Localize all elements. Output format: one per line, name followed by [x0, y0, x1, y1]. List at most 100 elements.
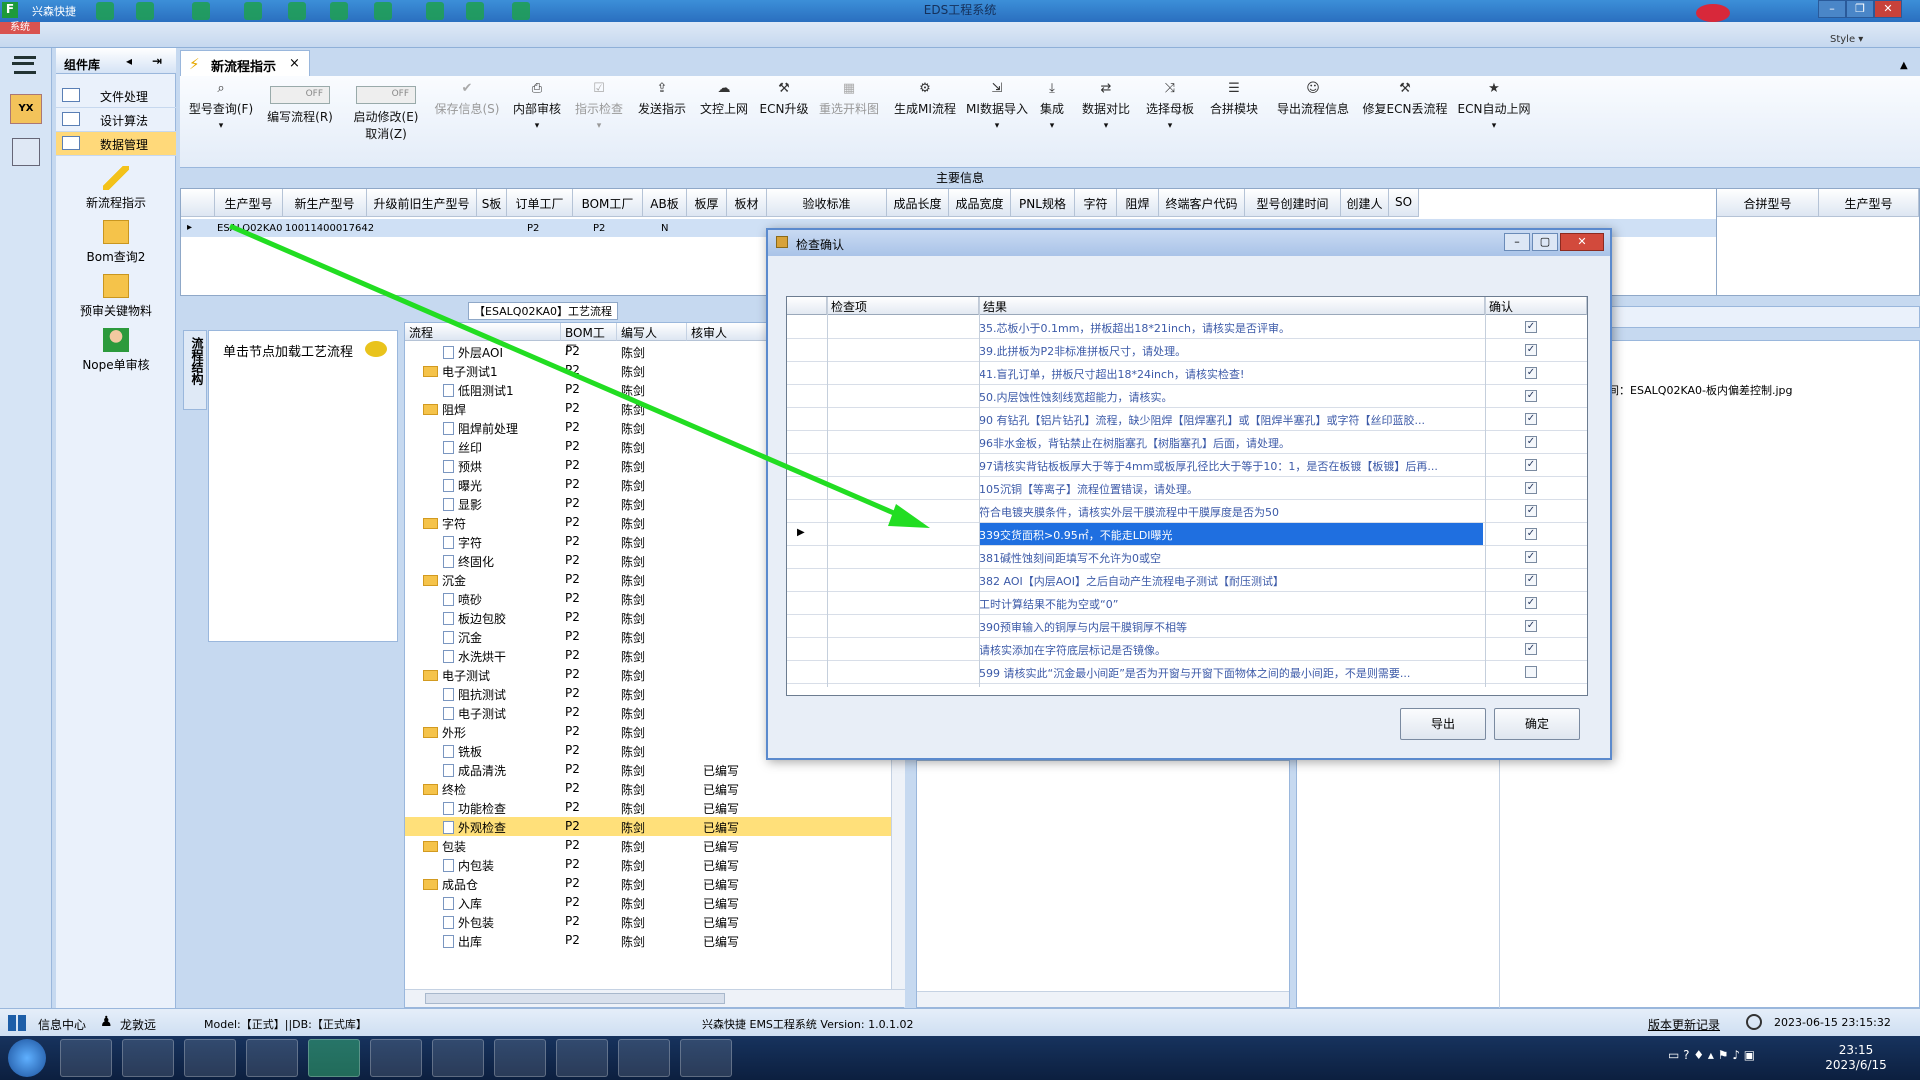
flow-node[interactable]: 铣板	[443, 743, 482, 760]
style-selector[interactable]: Style ▾	[1830, 34, 1863, 45]
scissors-icon[interactable]	[244, 2, 262, 20]
flow-node[interactable]: 沉金	[423, 572, 466, 589]
select-mother-board-button[interactable]: ⤨ 选择母板 ▾	[1140, 82, 1200, 132]
flow-row[interactable]: 功能检查 P2 陈剑 已编写	[405, 798, 905, 817]
taskbar-app-eds-icon[interactable]	[308, 1039, 360, 1077]
check-result[interactable]: 工时计算结果不能为空或“0”	[979, 596, 1483, 612]
column-header[interactable]: 字符	[1075, 189, 1117, 217]
generate-mi-flow-button[interactable]: ⚙ 生成MI流程	[890, 82, 960, 117]
taskbar-app-notepad-icon[interactable]	[122, 1039, 174, 1077]
flow-node[interactable]: 低阻测试1	[443, 382, 514, 399]
column-header[interactable]: 板材	[727, 189, 767, 217]
flow-node[interactable]: 板边包胶	[443, 610, 506, 627]
dialog-maximize-button[interactable]: ▢	[1532, 233, 1558, 251]
confirm-checkbox[interactable]: ✓	[1525, 528, 1537, 540]
column-header[interactable]: 确认	[1485, 297, 1587, 315]
confirm-checkbox[interactable]: ✓	[1525, 321, 1537, 333]
pin-icon[interactable]: ⇥	[152, 54, 162, 68]
search-icon[interactable]	[96, 2, 114, 20]
doc-control-online-button[interactable]: ☁ 文控上网	[694, 82, 754, 117]
check-result[interactable]: 35.芯板小于0.1mm，拼板超出18*21inch，请核实是否评审。	[979, 320, 1483, 336]
confirm-checkbox[interactable]: ✓	[1525, 367, 1537, 379]
column-header[interactable]: BOM工厂	[561, 323, 617, 357]
dropdown-icon[interactable]: ▾	[1032, 121, 1072, 131]
yx-logo-icon[interactable]: YX	[10, 94, 42, 124]
cancel-label[interactable]: 取消(Z)	[365, 127, 407, 141]
start-button[interactable]	[8, 1039, 46, 1077]
flow-row[interactable]: 入库 P2 陈剑 已编写	[405, 893, 905, 912]
ecn-upgrade-button[interactable]: ⚒ ECN升级	[756, 82, 812, 117]
apps-icon[interactable]	[374, 2, 392, 20]
column-header[interactable]: 创建人	[1341, 189, 1389, 217]
dropdown-icon[interactable]: ▾	[1140, 121, 1200, 131]
tray-icons[interactable]: ▭ ? ♦ ▴ ⚑ ♪ ▣	[1668, 1048, 1788, 1068]
flow-node[interactable]: 喷砂	[443, 591, 482, 608]
reselect-cutting-chart-button[interactable]: ▦ 重选开料图	[814, 82, 884, 117]
column-header[interactable]: 型号创建时间	[1245, 189, 1341, 217]
dropdown-icon[interactable]: ▾	[1454, 121, 1534, 131]
send-instruction-button[interactable]: ⇪ 发送指示	[632, 82, 692, 117]
column-header[interactable]: SO	[1389, 189, 1419, 217]
column-header[interactable]: 合拼型号	[1717, 189, 1819, 217]
check-result[interactable]: 390预审输入的铜厚与内层干膜铜厚不相等	[979, 619, 1483, 635]
flow-row[interactable]: 内包装 P2 陈剑 已编写	[405, 855, 905, 874]
flow-row[interactable]: 外包装 P2 陈剑 已编写	[405, 912, 905, 931]
confirm-checkbox[interactable]: ✓	[1525, 574, 1537, 586]
flow-node[interactable]: 电子测试	[443, 705, 506, 722]
confirm-checkbox[interactable]: ✓	[1525, 482, 1537, 494]
restore-button[interactable]: ❐	[1846, 0, 1874, 18]
check-row[interactable]: 请核实添加在字符底层标记是否镜像。 ✓	[787, 638, 1587, 661]
flow-node[interactable]: 出库	[443, 933, 482, 950]
write-flow-toggle[interactable]: OFF 编写流程(R)	[260, 82, 340, 125]
column-header[interactable]: 生产型号	[1819, 189, 1919, 217]
check-result[interactable]: 39.此拼板为P2非标准拼板尺寸，请处理。	[979, 343, 1483, 359]
column-header[interactable]: 结果	[979, 297, 1485, 315]
flow-node[interactable]: 内包装	[443, 857, 494, 874]
check-row[interactable]: 96非水金板，背钻禁止在树脂塞孔【树脂塞孔】后面，请处理。 ✓	[787, 431, 1587, 454]
confirm-checkbox[interactable]	[1525, 666, 1537, 678]
toggle-switch[interactable]: OFF	[270, 86, 330, 104]
check-row[interactable]: 41.盲孔订单，拼板尺寸超出18*24inch，请核实检查! ✓	[787, 362, 1587, 385]
tab-new-flow-instruction[interactable]: ⚡ 新流程指示 ×	[180, 50, 310, 76]
flow-row[interactable]: 外观检查 P2 陈剑 已编写	[405, 817, 905, 836]
model-query-button[interactable]: ⌕ 型号查询(F) ▾	[184, 82, 258, 132]
check-row[interactable]: 599 请核实此“沉金最小间距”是否为开窗与开窗下面物体之间的最小间距，不是则需…	[787, 661, 1587, 684]
taskbar-app-arrow-icon[interactable]	[556, 1039, 608, 1077]
dropdown-icon[interactable]: ▾	[508, 121, 566, 131]
taskbar-clock[interactable]: 23:15 2023/6/15	[1796, 1043, 1916, 1073]
column-header[interactable]: 成品宽度	[949, 189, 1011, 217]
confirm-checkbox[interactable]: ✓	[1525, 597, 1537, 609]
scroll-thumb[interactable]	[425, 993, 725, 1004]
check-row[interactable]: 50.内层蚀性蚀刻线宽超能力，请核实。 ✓	[787, 385, 1587, 408]
monitor-icon[interactable]	[512, 2, 530, 20]
column-header[interactable]: BOM工厂	[573, 189, 643, 217]
merged-model-grid[interactable]: 合拼型号 生产型号	[1716, 188, 1920, 296]
chevron-left-icon[interactable]: ◂	[126, 54, 132, 68]
column-header[interactable]: PNL规格	[1011, 189, 1075, 217]
check-result[interactable]: 105沉铜【等离子】流程位置错误，请处理。	[979, 481, 1483, 497]
instruction-check-button[interactable]: ☑ 指示检查 ▾	[568, 82, 630, 132]
check-row[interactable]: 97请核实背钻板板厚大于等于4mm或板厚孔径比大于等于10：1，是否在板镀【板镀…	[787, 454, 1587, 477]
flow-node[interactable]: 阻抗测试	[443, 686, 506, 703]
column-header[interactable]: 生产型号	[215, 189, 283, 217]
taskbar-app-viewer-icon[interactable]	[618, 1039, 670, 1077]
ok-button[interactable]: 确定	[1494, 708, 1580, 740]
tool-pre-review-materials[interactable]: 预审关键物料	[56, 274, 176, 319]
merge-module-button[interactable]: ☰ 合拼模块	[1204, 82, 1264, 117]
column-header[interactable]: 核审人	[687, 323, 767, 341]
mountain-icon[interactable]	[466, 2, 484, 20]
confirm-checkbox[interactable]: ✓	[1525, 413, 1537, 425]
cell-prod-model[interactable]: ESALQ02KA0	[217, 223, 282, 234]
system-menu-button[interactable]: 系统	[0, 22, 40, 34]
check-result[interactable]: 96非水金板，背钻禁止在树脂塞孔【树脂塞孔】后面，请处理。	[979, 435, 1483, 451]
column-header[interactable]: 板厚	[687, 189, 727, 217]
mi-data-import-button[interactable]: ⇲ MI数据导入 ▾	[964, 82, 1030, 132]
confirm-checkbox[interactable]: ✓	[1525, 344, 1537, 356]
user-icon[interactable]	[426, 2, 444, 20]
flow-node[interactable]: 终检	[423, 781, 466, 798]
flow-row[interactable]: 终检 P2 陈剑 已编写	[405, 779, 905, 798]
save-info-button[interactable]: ✔ 保存信息(S)	[430, 82, 504, 117]
column-header[interactable]: 编写人	[617, 323, 687, 341]
toggle-switch[interactable]: OFF	[356, 86, 416, 104]
nav-item-data-management[interactable]: 数据管理	[56, 132, 176, 156]
